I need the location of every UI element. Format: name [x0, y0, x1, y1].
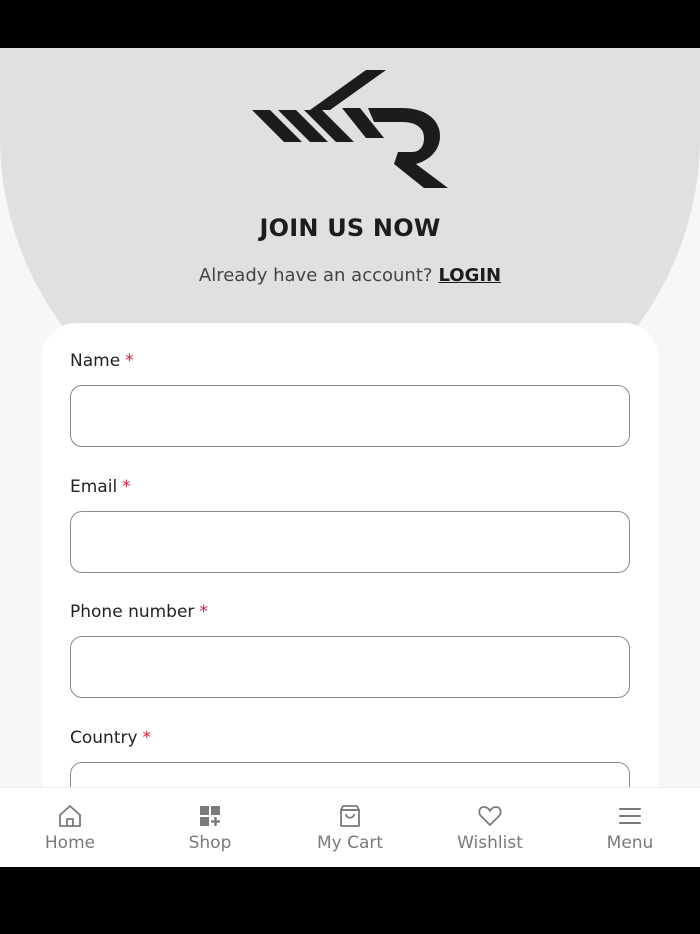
nav-menu[interactable]: Menu [575, 803, 685, 853]
nav-cart-label: My Cart [316, 832, 384, 853]
phone-label-text: Phone number [70, 602, 195, 622]
app-screen: JOIN US NOW Already have an account? LOGI… [0, 48, 700, 867]
email-input[interactable] [70, 511, 630, 573]
grid-plus-icon [200, 805, 220, 826]
login-prompt-text: Already have an account? [198, 265, 433, 286]
shopping-bag-icon [340, 804, 360, 827]
email-field-group: Email * [70, 477, 630, 573]
phone-input[interactable] [70, 636, 630, 698]
nav-shop-label: Shop [188, 832, 232, 853]
nav-wishlist-label: Wishlist [457, 832, 523, 853]
page-title: JOIN US NOW [259, 214, 441, 242]
required-marker: * [199, 602, 208, 622]
login-prompt-row: Already have an account? LOGIN [0, 265, 700, 286]
name-label-text: Name [70, 351, 121, 371]
nav-cart[interactable]: My Cart [295, 803, 405, 853]
nav-wishlist[interactable]: Wishlist [435, 803, 545, 853]
name-label: Name * [70, 351, 630, 371]
system-bar [0, 867, 700, 934]
status-bar [0, 0, 700, 48]
hamburger-icon [619, 807, 641, 824]
brand-logo [252, 70, 448, 188]
country-label: Country * [70, 728, 630, 748]
country-label-text: Country [70, 728, 138, 748]
required-marker: * [122, 477, 131, 497]
signup-form-card: Name * Email * Phone number * Country * [42, 323, 658, 867]
phone-label: Phone number * [70, 602, 630, 622]
email-label: Email * [70, 477, 630, 497]
login-link[interactable]: LOGIN [438, 265, 501, 286]
heart-icon [478, 805, 502, 826]
nav-home[interactable]: Home [15, 803, 125, 853]
home-icon [59, 804, 81, 827]
nav-home-label: Home [44, 832, 96, 853]
phone-field-group: Phone number * [70, 602, 630, 698]
email-label-text: Email [70, 477, 118, 497]
name-input[interactable] [70, 385, 630, 447]
required-marker: * [142, 728, 152, 748]
nav-menu-label: Menu [606, 832, 654, 853]
bottom-navigation: Home Shop My Cart Wishlist Menu [0, 787, 700, 867]
required-marker: * [125, 351, 134, 371]
name-field-group: Name * [70, 351, 630, 447]
nav-shop[interactable]: Shop [155, 803, 265, 853]
